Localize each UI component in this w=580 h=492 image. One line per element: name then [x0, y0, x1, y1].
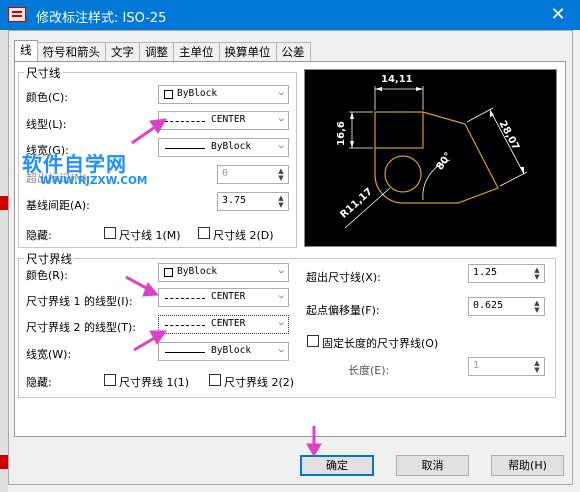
arrow-icon [142, 282, 160, 297]
arrow-icon [306, 443, 322, 457]
annotation-arrows [125, 118, 322, 457]
arrow-icon [149, 118, 167, 134]
arrow-icon [149, 330, 167, 345]
